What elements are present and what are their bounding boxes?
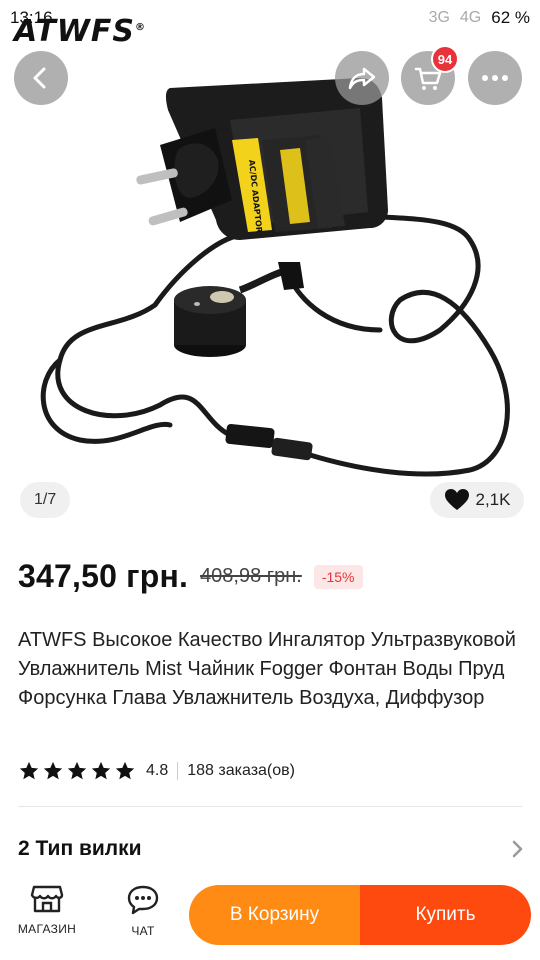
signal-4g: 4G bbox=[459, 9, 482, 26]
buy-now-button[interactable]: Купить bbox=[360, 885, 531, 945]
rating-divider bbox=[177, 762, 179, 780]
add-to-cart-button[interactable]: В Корзину bbox=[189, 885, 360, 945]
chat-label: ЧАТ bbox=[131, 924, 155, 938]
store-button[interactable]: МАГАЗИН bbox=[12, 884, 82, 936]
heart-icon bbox=[444, 489, 469, 510]
current-price: 347,50 грн. bbox=[18, 558, 189, 594]
store-label: МАГАЗИН bbox=[17, 922, 77, 936]
likes-count: 2,1K bbox=[475, 490, 511, 509]
cart-count-badge: 94 bbox=[431, 45, 459, 73]
signal-3g: 3G bbox=[428, 9, 450, 26]
bottom-action-bar: МАГАЗИН ЧАТ В Корзину Купить bbox=[0, 872, 540, 960]
old-price: 408,98 грн. bbox=[200, 565, 302, 587]
discount-badge: -15% bbox=[313, 564, 363, 589]
chat-button[interactable]: ЧАТ bbox=[108, 884, 178, 938]
back-button[interactable] bbox=[14, 51, 68, 105]
star-icon bbox=[91, 761, 111, 780]
star-icon bbox=[43, 761, 63, 780]
star-icon bbox=[67, 761, 87, 780]
share-icon bbox=[348, 67, 376, 90]
chevron-right-icon bbox=[512, 840, 523, 858]
store-icon bbox=[30, 885, 64, 913]
section-divider bbox=[18, 806, 522, 807]
product-gallery[interactable]: AC/DC ADAPTOR ATWFS® 13:16 3G 4G 62 % 94… bbox=[0, 0, 540, 540]
option-label: 2 Тип вилки bbox=[18, 837, 142, 860]
battery-level: 62 % bbox=[491, 8, 530, 27]
rating-row[interactable]: 4.8 188 заказа(ов) bbox=[18, 760, 295, 782]
rating-stars bbox=[18, 760, 136, 782]
wishlist-button[interactable]: 2,1K bbox=[430, 482, 524, 518]
product-title: ATWFS Высокое Качество Ингалятор Ультраз… bbox=[18, 629, 516, 709]
plug-type-option[interactable]: 2 Тип вилки bbox=[18, 837, 524, 861]
arrow-left-icon bbox=[33, 67, 46, 89]
price-row: 347,50 грн. 408,98 грн. -15% bbox=[18, 558, 363, 595]
star-icon bbox=[19, 761, 39, 780]
more-icon bbox=[482, 75, 508, 81]
more-button[interactable] bbox=[468, 51, 522, 105]
star-icon bbox=[115, 761, 135, 780]
product-page: AC/DC ADAPTOR ATWFS® 13:16 3G 4G 62 % 94… bbox=[0, 0, 540, 960]
product-info: 347,50 грн. 408,98 грн. -15% ATWFS Высок… bbox=[0, 540, 540, 870]
product-image: AC/DC ADAPTOR bbox=[40, 78, 510, 477]
status-bar: 13:16 3G 4G 62 % bbox=[0, 0, 540, 36]
share-button[interactable] bbox=[335, 51, 389, 105]
image-pager: 1/7 bbox=[20, 482, 71, 518]
chat-icon bbox=[127, 885, 159, 915]
orders-count: 188 заказа(ов) bbox=[187, 762, 295, 779]
status-time: 13:16 bbox=[10, 8, 53, 27]
rating-value: 4.8 bbox=[146, 762, 169, 779]
cart-button[interactable]: 94 bbox=[401, 45, 459, 105]
cta-group: В Корзину Купить bbox=[189, 885, 531, 945]
